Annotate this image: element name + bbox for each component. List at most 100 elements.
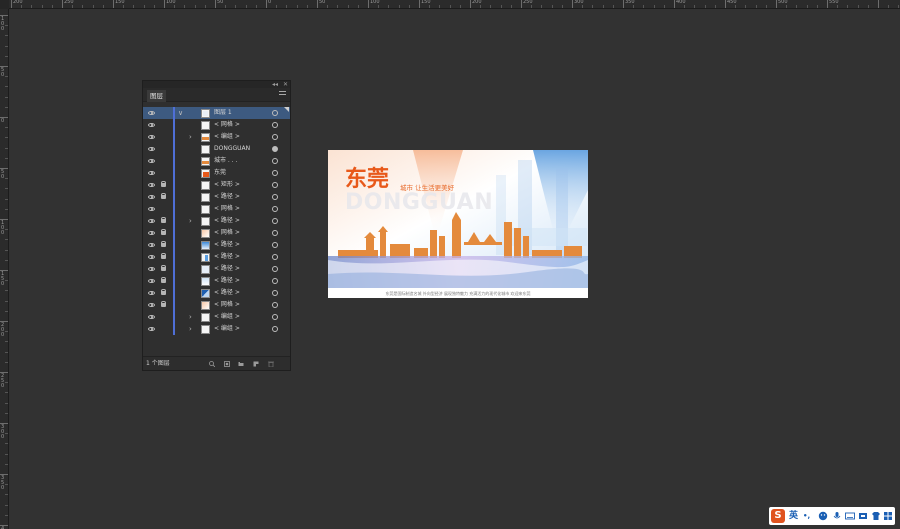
panel-title-bar[interactable]: ◂◂ ✕ [143,81,290,88]
visibility-eye-icon[interactable] [148,159,155,163]
target-circle-icon[interactable] [272,182,278,188]
visibility-eye-icon[interactable] [148,231,155,235]
layer-name[interactable]: 东莞 [214,167,226,179]
layer-row[interactable]: < 网格 > [143,203,290,215]
target-circle-icon[interactable] [272,218,278,224]
target-circle-icon[interactable] [272,194,278,200]
lock-icon[interactable] [161,228,166,235]
layer-row-top[interactable]: ∨ 图层 1 [143,107,290,119]
target-circle-icon[interactable] [272,206,278,212]
lock-icon[interactable] [161,264,166,271]
layer-name[interactable]: < 编组 > [214,311,240,323]
make-clipping-mask-icon[interactable] [224,361,230,367]
target-circle-icon[interactable] [272,170,278,176]
artboard[interactable]: DONGGUAN 东莞 城市 让生活更美好 东莞是国际制造名城 外向型经济 展现… [328,150,588,298]
layer-row[interactable]: < 路径 > [143,191,290,203]
layer-name[interactable]: < 网格 > [214,119,240,131]
microphone-icon[interactable] [832,511,842,521]
layer-row[interactable]: < 路径 > [143,263,290,275]
tab-layers[interactable]: 图层 [147,90,166,102]
layer-name[interactable]: < 编组 > [214,131,240,143]
layer-row[interactable]: < 路径 > [143,239,290,251]
layer-row[interactable]: < 路径 > [143,275,290,287]
visibility-eye-icon[interactable] [148,171,155,175]
layer-row[interactable]: 东莞 [143,167,290,179]
lock-icon[interactable] [161,276,166,283]
target-circle-icon[interactable] [272,302,278,308]
layer-name[interactable]: < 路径 > [214,239,240,251]
lock-icon[interactable] [161,192,166,199]
target-circle-icon[interactable] [272,122,278,128]
visibility-eye-icon[interactable] [148,207,155,211]
target-circle-icon[interactable] [272,242,278,248]
visibility-eye-icon[interactable] [148,315,155,319]
vertical-ruler[interactable]: 10050050100150200250300350400 [0,9,9,529]
layer-row[interactable]: < 路径 > [143,251,290,263]
visibility-eye-icon[interactable] [148,195,155,199]
layer-name[interactable]: 城市 . . . [214,155,237,167]
visibility-eye-icon[interactable] [148,279,155,283]
visibility-eye-icon[interactable] [148,123,155,127]
lock-icon[interactable] [161,300,166,307]
emoji-icon[interactable] [818,511,828,521]
visibility-eye-icon[interactable] [148,267,155,271]
target-circle-icon[interactable] [272,146,278,152]
target-circle-icon[interactable] [272,230,278,236]
layer-row[interactable]: DONGGUAN [143,143,290,155]
keyboard-icon[interactable] [845,511,855,521]
layer-row[interactable]: < 矩形 > [143,179,290,191]
ime-language-toggle[interactable]: 英 [789,507,798,525]
lock-icon[interactable] [161,240,166,247]
close-panel-button[interactable]: ✕ [283,81,288,88]
target-circle-icon[interactable] [272,278,278,284]
target-circle-icon[interactable] [272,254,278,260]
grid-menu-icon[interactable] [883,511,893,521]
lock-icon[interactable] [161,252,166,259]
toolbox-icon[interactable] [858,511,868,521]
ruler-origin[interactable] [0,0,9,9]
layer-row[interactable]: < 网格 > [143,299,290,311]
expand-chevron-icon[interactable]: › [189,323,192,335]
visibility-eye-icon[interactable] [148,243,155,247]
target-circle-icon[interactable] [272,266,278,272]
layer-row[interactable]: < 网格 > [143,119,290,131]
layer-name[interactable]: < 路径 > [214,251,240,263]
expand-chevron-icon[interactable]: › [189,131,192,143]
lock-icon[interactable] [161,288,166,295]
layer-row[interactable]: › < 编组 > [143,323,290,335]
target-circle-icon[interactable] [272,158,278,164]
visibility-eye-icon[interactable] [148,111,155,115]
layer-name[interactable]: DONGGUAN [214,143,250,155]
visibility-eye-icon[interactable] [148,147,155,151]
skin-shirt-icon[interactable] [871,511,881,521]
lock-icon[interactable] [161,216,166,223]
create-new-layer-icon[interactable] [253,361,259,367]
visibility-eye-icon[interactable] [148,327,155,331]
create-sublayer-icon[interactable] [238,361,244,367]
layer-row[interactable]: › < 编组 > [143,311,290,323]
ime-punctuation-toggle[interactable]: •, [803,507,810,525]
delete-layer-icon[interactable] [268,361,274,367]
target-circle-icon[interactable] [272,326,278,332]
sogou-logo-icon[interactable]: S [771,509,785,523]
target-circle-icon[interactable] [272,290,278,296]
visibility-eye-icon[interactable] [148,135,155,139]
layer-name[interactable]: 图层 1 [214,107,232,119]
layer-name[interactable]: < 网格 > [214,203,240,215]
target-circle-icon[interactable] [272,314,278,320]
panel-menu-icon[interactable] [279,91,286,98]
layer-name[interactable]: < 路径 > [214,215,240,227]
collapse-panel-button[interactable]: ◂◂ [272,81,278,88]
layer-row[interactable]: < 网格 > [143,227,290,239]
layer-name[interactable]: < 路径 > [214,287,240,299]
expand-chevron-icon[interactable]: › [189,311,192,323]
expand-chevron-icon[interactable]: ∨ [178,107,183,119]
target-circle-icon[interactable] [272,110,278,116]
layer-name[interactable]: < 路径 > [214,191,240,203]
visibility-eye-icon[interactable] [148,303,155,307]
layer-name[interactable]: < 路径 > [214,263,240,275]
layer-name[interactable]: < 路径 > [214,275,240,287]
layer-name[interactable]: < 矩形 > [214,179,240,191]
layer-name[interactable]: < 网格 > [214,227,240,239]
layer-row[interactable]: 城市 . . . [143,155,290,167]
